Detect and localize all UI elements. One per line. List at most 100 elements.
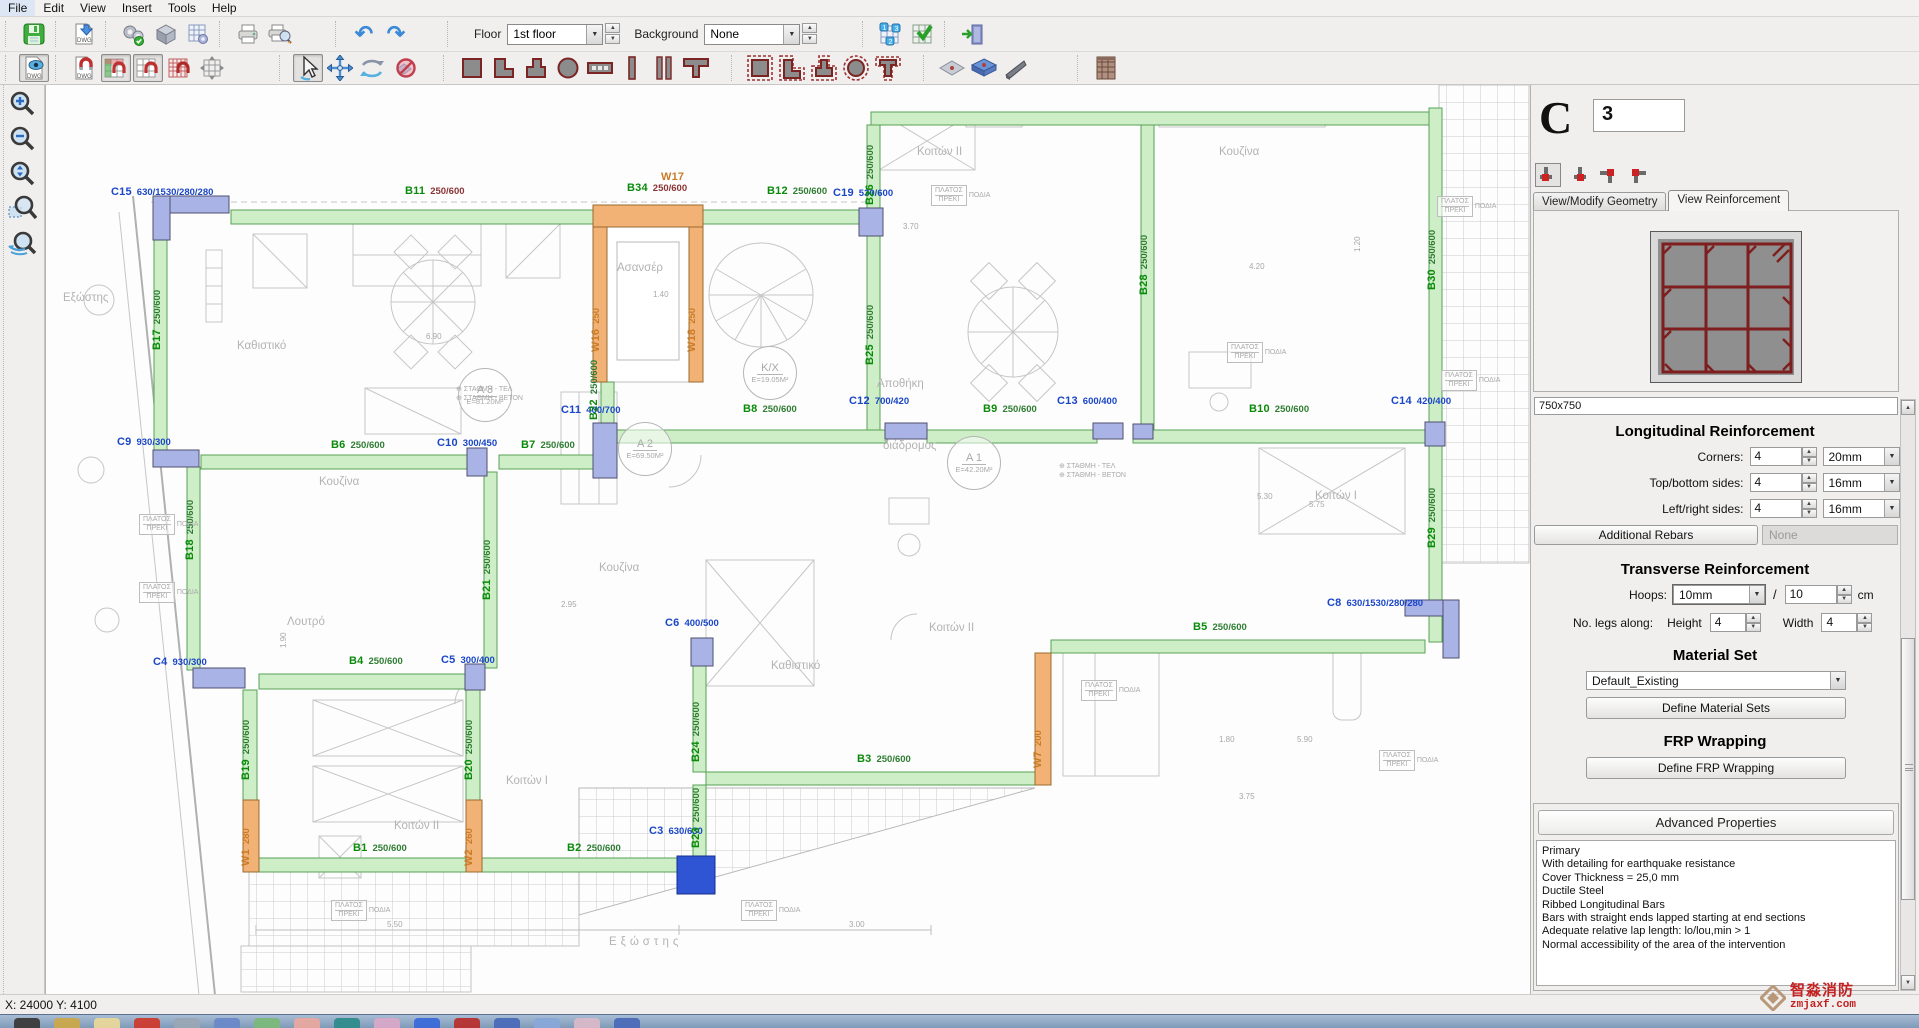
apply-grid-button[interactable] — [908, 20, 938, 48]
panel-scrollbar[interactable]: ▲ ▼ — [1900, 399, 1916, 991]
define-material-sets-button[interactable]: Define Material Sets — [1586, 697, 1846, 719]
chevron-down-icon[interactable]: ▼ — [1884, 448, 1899, 465]
snap-grid-button[interactable] — [133, 54, 163, 82]
taskbar-item[interactable] — [134, 1018, 160, 1028]
zoom-in-button[interactable] — [5, 88, 39, 120]
slab-3d-button[interactable] — [969, 54, 999, 82]
legs-width-input[interactable]: 4 ▲▼ — [1821, 613, 1872, 632]
chevron-down-icon[interactable]: ▼ — [1749, 586, 1764, 603]
selected-column-c3[interactable] — [677, 856, 715, 894]
chevron-down-icon[interactable]: ▼ — [1830, 672, 1845, 689]
print-button[interactable] — [233, 20, 263, 48]
background-select[interactable]: None ▼ — [704, 24, 800, 45]
taskbar-item[interactable] — [54, 1018, 80, 1028]
jacket-twide-button[interactable] — [873, 54, 903, 82]
wall-double-button[interactable] — [649, 54, 679, 82]
hoops-diameter-select[interactable]: 10mm▼ — [1673, 585, 1765, 604]
taskbar-item[interactable] — [14, 1018, 40, 1028]
taskbar-item[interactable] — [494, 1018, 520, 1028]
taskbar-item[interactable] — [414, 1018, 440, 1028]
chevron-down-icon[interactable]: ▼ — [1884, 500, 1899, 517]
taskbar-item[interactable] — [94, 1018, 120, 1028]
rebar-diameter-select[interactable]: 16mm▼ — [1823, 499, 1901, 518]
jacket-circle-button[interactable] — [841, 54, 871, 82]
taskbar-item[interactable] — [574, 1018, 600, 1028]
chevron-down-icon[interactable]: ▼ — [1884, 474, 1899, 491]
rebar-count-input[interactable]: 4 ▲▼ — [1750, 499, 1817, 518]
slab-flat-button[interactable] — [937, 54, 967, 82]
floor-plan[interactable] — [46, 85, 1530, 994]
taskbar-item[interactable] — [174, 1018, 200, 1028]
rebar-count-input[interactable]: 4 ▲▼ — [1750, 473, 1817, 492]
stepper-arrows[interactable]: ▲▼ — [1802, 447, 1817, 466]
stepper-arrows[interactable]: ▲▼ — [1746, 613, 1761, 632]
menu-item-view[interactable]: View — [72, 0, 114, 16]
rebar-diameter-select[interactable]: 16mm▼ — [1823, 473, 1901, 492]
stepper-arrows[interactable]: ▲▼ — [1802, 499, 1817, 518]
stepper-arrows[interactable]: ▲▼ — [1857, 613, 1872, 632]
grid-settings-button[interactable] — [183, 20, 213, 48]
section-size-field[interactable]: 750x750 — [1534, 397, 1898, 415]
taskbar-item[interactable] — [614, 1018, 640, 1028]
floor-stepper[interactable]: ▲▼ — [605, 23, 620, 45]
menu-item-help[interactable]: Help — [204, 0, 245, 16]
floor-select[interactable]: 1st floor ▼ — [507, 24, 603, 45]
column-twide-button[interactable] — [681, 54, 711, 82]
jacket-tshape-button[interactable] — [809, 54, 839, 82]
scroll-down-icon[interactable]: ▼ — [1901, 975, 1915, 990]
stepper-arrows[interactable]: ▲▼ — [1837, 585, 1852, 604]
snap-grid-color-button[interactable] — [101, 54, 131, 82]
taskbar-item[interactable] — [294, 1018, 320, 1028]
taskbar-item[interactable] — [374, 1018, 400, 1028]
exit-button[interactable] — [958, 20, 988, 48]
orientation-top-right-button[interactable] — [1595, 163, 1621, 187]
jacket-rect-button[interactable] — [745, 54, 775, 82]
legs-height-input[interactable]: 4 ▲▼ — [1710, 613, 1761, 632]
move-tool-button[interactable] — [325, 54, 355, 82]
save-button[interactable] — [19, 20, 49, 48]
move-grid-button[interactable] — [197, 54, 227, 82]
column-rect-button[interactable] — [457, 54, 487, 82]
select-tool-button[interactable] — [293, 54, 323, 82]
taskbar-item[interactable] — [534, 1018, 560, 1028]
chevron-down-icon[interactable]: ▼ — [586, 25, 602, 44]
rebar-count-input[interactable]: 4 ▲▼ — [1750, 447, 1817, 466]
beams-layer[interactable] — [154, 108, 1442, 872]
scroll-up-icon[interactable]: ▲ — [1901, 400, 1915, 415]
section-number-input[interactable]: 3 — [1593, 99, 1685, 132]
redo-button[interactable]: ↷ — [381, 20, 411, 48]
view-dwg-button[interactable]: DWG — [19, 54, 49, 82]
renumber-grid-button[interactable]: 132 — [876, 20, 906, 48]
jacket-lshape-button[interactable] — [777, 54, 807, 82]
3d-view-button[interactable] — [151, 20, 181, 48]
project-settings-button[interactable] — [119, 20, 149, 48]
rebar-diameter-select[interactable]: 20mm▼ — [1823, 447, 1901, 466]
stepper-arrows[interactable]: ▲▼ — [1802, 473, 1817, 492]
column-circle-button[interactable] — [553, 54, 583, 82]
hoop-spacing-input[interactable]: 10 ▲▼ — [1785, 585, 1852, 604]
scrollbar-thumb[interactable] — [1901, 638, 1915, 900]
snap-dwg-button[interactable]: DWG — [69, 54, 99, 82]
menu-item-file[interactable]: File — [0, 0, 35, 16]
column-lshape-button[interactable] — [489, 54, 519, 82]
ramp-button[interactable] — [1001, 54, 1031, 82]
define-frp-wrapping-button[interactable]: Define FRP Wrapping — [1586, 757, 1846, 779]
delete-tool-button[interactable] — [389, 54, 419, 82]
taskbar-item[interactable] — [454, 1018, 480, 1028]
orientation-top-left-button[interactable] — [1625, 163, 1651, 187]
additional-rebars-button[interactable]: Additional Rebars — [1534, 525, 1758, 545]
drawing-canvas[interactable]: C15630/1530/280/280C19530/600C9930/300C1… — [45, 85, 1530, 994]
orientation-bottom-right-button[interactable] — [1565, 163, 1591, 187]
building-view-button[interactable] — [1091, 54, 1121, 82]
windows-taskbar[interactable] — [0, 1014, 1919, 1028]
undo-button[interactable]: ↶ — [349, 20, 379, 48]
tab-view-reinforcement[interactable]: View Reinforcement — [1668, 190, 1789, 211]
import-dwg-button[interactable]: DWG — [69, 20, 99, 48]
tab-view-modify-geometry[interactable]: View/Modify Geometry — [1533, 192, 1666, 211]
taskbar-item[interactable] — [254, 1018, 280, 1028]
zoom-extents-button[interactable] — [5, 158, 39, 190]
taskbar-item[interactable] — [214, 1018, 240, 1028]
print-preview-button[interactable] — [265, 20, 295, 48]
wall-section-button[interactable] — [585, 54, 615, 82]
chevron-down-icon[interactable]: ▼ — [783, 25, 799, 44]
